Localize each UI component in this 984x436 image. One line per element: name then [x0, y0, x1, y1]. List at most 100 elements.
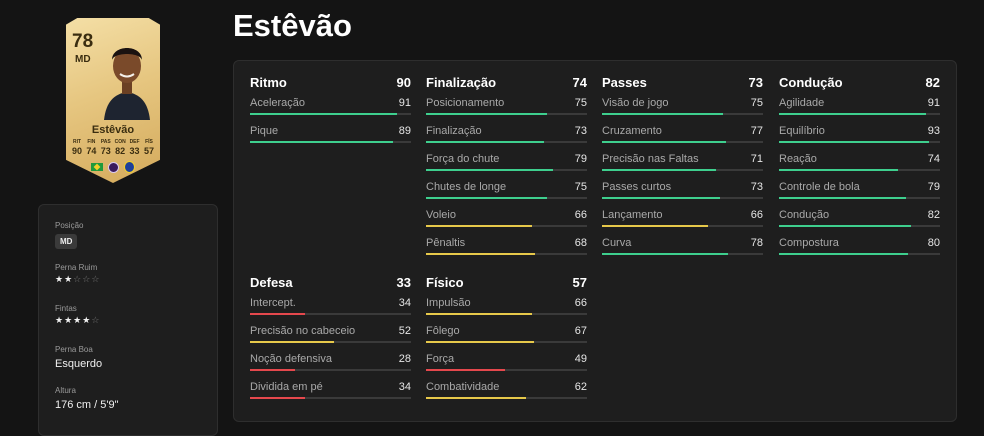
- attribute-row: Voleio 66: [426, 207, 587, 235]
- attribute-bar-track: [426, 369, 587, 371]
- stat-group-value: 74: [572, 75, 587, 90]
- card-stat: RIT 90: [70, 139, 84, 157]
- stat-group-ritmo: Ritmo 90 Aceleração 91 Pique 89: [250, 75, 411, 151]
- attribute-bar-fill: [250, 397, 305, 399]
- stat-group-value: 73: [748, 75, 763, 90]
- star-empty-icon: ☆: [91, 315, 101, 325]
- attribute-value: 73: [750, 181, 763, 193]
- chelsea-crest-icon: [124, 161, 135, 173]
- attribute-value: 79: [574, 153, 587, 165]
- attribute-name: Chutes de longe: [426, 181, 507, 193]
- attribute-row: Posicionamento 75: [426, 95, 587, 123]
- player-photo: [104, 48, 150, 120]
- attribute-bar-track: [602, 225, 763, 227]
- attribute-name: Pênaltis: [426, 237, 466, 249]
- attribute-value: 75: [750, 97, 763, 109]
- star-filled-icon: ★: [55, 315, 65, 325]
- stat-group-value: 90: [396, 75, 411, 90]
- attribute-name: Dividida em pé: [250, 381, 323, 393]
- stat-group-value: 82: [925, 75, 940, 90]
- attribute-name: Reação: [779, 153, 817, 165]
- attribute-bar-track: [426, 113, 587, 115]
- attribute-name: Impulsão: [426, 297, 471, 309]
- attribute-value: 49: [574, 353, 587, 365]
- attribute-bar-fill: [779, 141, 929, 143]
- attribute-name: Pique: [250, 125, 279, 137]
- attribute-row: Reação 74: [779, 151, 940, 179]
- attribute-value: 52: [398, 325, 411, 337]
- attribute-name: Aceleração: [250, 97, 306, 109]
- attribute-row: Curva 78: [602, 235, 763, 263]
- attribute-name: Controle de bola: [779, 181, 860, 193]
- attribute-row: Precisão no cabeceio 52: [250, 323, 411, 351]
- card-stat-value: 82: [115, 146, 126, 156]
- card-stat: CON 82: [113, 139, 127, 157]
- attribute-bar-track: [779, 113, 940, 115]
- attribute-value: 68: [574, 237, 587, 249]
- attribute-value: 91: [927, 97, 940, 109]
- attribute-bar-fill: [426, 341, 534, 343]
- attribute-name: Precisão no cabeceio: [250, 325, 356, 337]
- attribute-bar-fill: [250, 313, 305, 315]
- star-filled-icon: ★: [55, 274, 65, 284]
- attribute-bar-fill: [779, 113, 926, 115]
- stat-group-value: 57: [572, 275, 587, 290]
- card-stat-value: 73: [100, 146, 111, 156]
- stat-group-passes: Passes 73 Visão de jogo 75 Cruzamento 77 Preci…: [602, 75, 763, 263]
- stat-group-value: 33: [396, 275, 411, 290]
- attribute-bar-track: [779, 197, 940, 199]
- attribute-bar-fill: [426, 169, 554, 171]
- attribute-row: Equilíbrio 93: [779, 123, 940, 151]
- attribute-row: Força 49: [426, 351, 587, 379]
- attribute-bar-track: [779, 253, 940, 255]
- position-badge: MD: [55, 234, 78, 249]
- attribute-bar-fill: [250, 113, 397, 115]
- attribute-value: 82: [927, 209, 940, 221]
- info-weak-foot-label: Perna Ruim: [55, 263, 98, 272]
- attribute-name: Agilidade: [779, 97, 825, 109]
- attribute-row: Precisão nas Faltas 71: [602, 151, 763, 179]
- stat-group-name: Passes: [602, 75, 647, 90]
- attribute-value: 66: [574, 297, 587, 309]
- attribute-bar-track: [426, 197, 587, 199]
- premier-league-icon: [108, 161, 119, 173]
- attribute-value: 73: [574, 125, 587, 137]
- info-preferred-foot: Perna Boa Esquerdo: [55, 345, 102, 370]
- stat-group-header: Ritmo 90: [250, 75, 411, 95]
- star-empty-icon: ☆: [73, 274, 83, 284]
- attribute-bar-track: [250, 397, 411, 399]
- attribute-bar-fill: [250, 141, 394, 143]
- attribute-bar-track: [250, 313, 411, 315]
- attribute-bar-fill: [250, 369, 296, 371]
- attribute-bar-fill: [426, 369, 505, 371]
- info-skill-moves-label: Fintas: [55, 304, 77, 313]
- stat-group-header: Físico 57: [426, 275, 587, 295]
- stat-group-header: Condução 82: [779, 75, 940, 95]
- star-filled-icon: ★: [82, 315, 92, 325]
- info-position-label: Posição: [55, 221, 84, 230]
- attribute-bar-track: [426, 169, 587, 171]
- attribute-name: Finalização: [426, 125, 482, 137]
- attribute-name: Compostura: [779, 237, 839, 249]
- attribute-row: Força do chute 79: [426, 151, 587, 179]
- stat-group-name: Ritmo: [250, 75, 287, 90]
- attribute-bar-track: [602, 113, 763, 115]
- attribute-name: Combatividade: [426, 381, 500, 393]
- attribute-bar-track: [250, 369, 411, 371]
- attribute-row: Cruzamento 77: [602, 123, 763, 151]
- attribute-value: 77: [750, 125, 763, 137]
- attribute-bar-fill: [602, 253, 728, 255]
- star-empty-icon: ☆: [82, 274, 92, 284]
- attribute-bar-track: [602, 141, 763, 143]
- attribute-bar-fill: [426, 253, 536, 255]
- stat-group-conducao: Condução 82 Agilidade 91 Equilíbrio 93 Reação 7…: [779, 75, 940, 263]
- attribute-value: 78: [750, 237, 763, 249]
- card-stat-label: CON: [114, 139, 126, 145]
- attribute-name: Visão de jogo: [602, 97, 669, 109]
- player-name-title: Estêvão: [233, 8, 352, 43]
- attribute-bar-fill: [602, 197, 720, 199]
- attribute-bar-fill: [602, 225, 709, 227]
- card-stat: DEF 33: [128, 139, 142, 157]
- attribute-value: 34: [398, 297, 411, 309]
- info-height: Altura 176 cm / 5'9": [55, 386, 118, 411]
